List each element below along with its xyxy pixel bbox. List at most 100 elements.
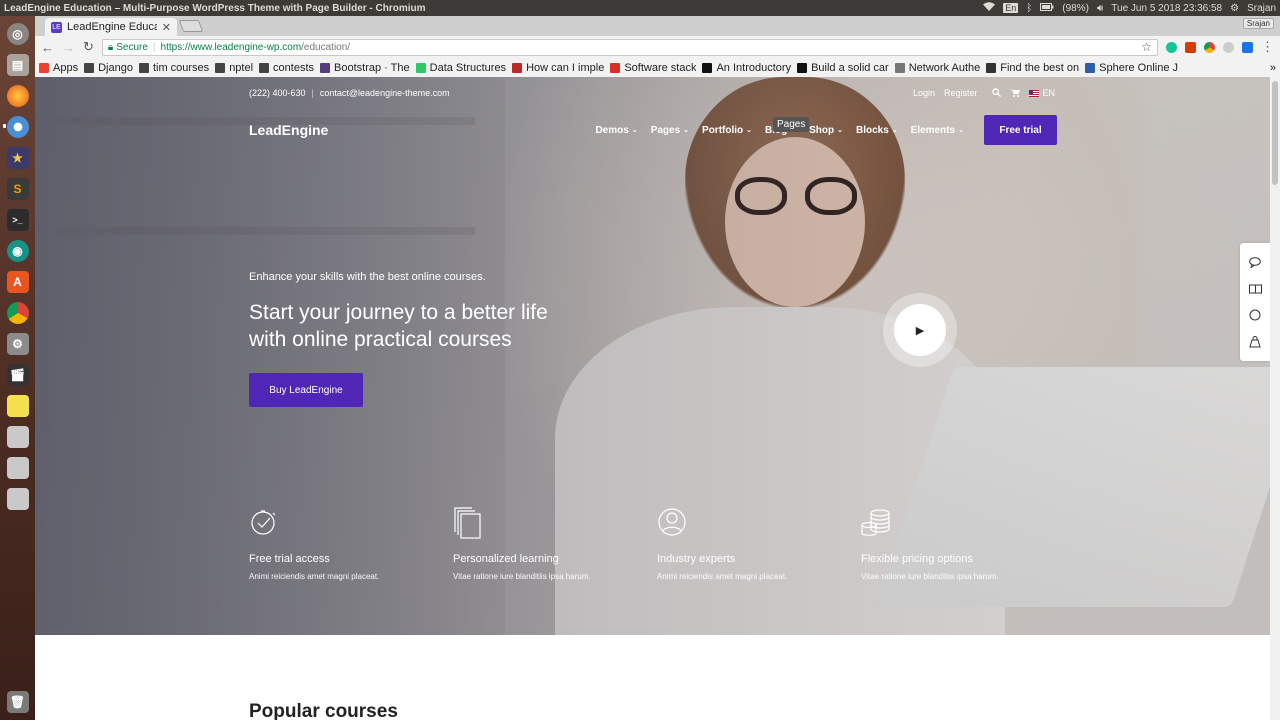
medium-icon	[702, 62, 713, 73]
hero-headline: Start your journey to a better life with…	[249, 301, 548, 351]
bookmarks-overflow-button[interactable]: »	[1270, 62, 1276, 74]
apps-grid-icon	[39, 62, 49, 73]
chevron-down-icon: ⌄	[837, 127, 843, 134]
search-icon[interactable]	[992, 87, 1002, 99]
bookmark-item[interactable]: Build a solid car	[797, 62, 889, 74]
feature-description: Vitae ratione iure blanditiis ipsa harum…	[453, 572, 591, 581]
bluetooth-icon[interactable]: ᛒ	[1026, 3, 1032, 14]
extension-office-icon[interactable]	[1185, 41, 1196, 53]
nav-item-portfolio[interactable]: Portfolio ⌄	[702, 125, 752, 136]
nav-item-elements[interactable]: Elements ⌄	[911, 125, 964, 136]
clock[interactable]: Tue Jun 5 2018 23:36:58	[1111, 3, 1222, 14]
drive-icon[interactable]	[3, 422, 33, 451]
new-tab-button[interactable]	[178, 20, 204, 32]
starred-icon[interactable]: ★	[3, 143, 33, 172]
bootstrap-icon	[320, 62, 331, 73]
bookmark-item[interactable]: An Introductory	[702, 62, 791, 74]
chromium-icon[interactable]	[2, 112, 33, 141]
close-tab-icon[interactable]: ✕	[162, 21, 171, 34]
chrome-icon[interactable]	[3, 298, 33, 327]
bookmark-item[interactable]: Network Authe	[894, 62, 980, 74]
email-link[interactable]: contact@leadengine-theme.com	[320, 88, 450, 98]
login-link[interactable]: Login	[913, 88, 935, 98]
chevron-down-icon: ⌄	[958, 127, 964, 134]
buy-leadengine-button[interactable]: Buy LeadEngine	[249, 373, 363, 407]
bookmark-item[interactable]: Software stack	[610, 62, 696, 74]
gitkraken-icon[interactable]: ◉	[3, 236, 33, 265]
bag-icon[interactable]	[1248, 335, 1262, 349]
folder-icon	[259, 62, 270, 73]
sublime-icon[interactable]: S	[3, 174, 33, 203]
phone-number[interactable]: (222) 400-630	[249, 88, 306, 98]
tab-strip: LE LeadEngine Educati ✕ Srajan	[35, 16, 1280, 36]
extension-pen-icon[interactable]	[1242, 41, 1253, 53]
battery-icon[interactable]	[1040, 2, 1054, 14]
nav-item-demos[interactable]: Demos ⌄	[595, 125, 637, 136]
bookmark-item[interactable]: nptel	[215, 62, 253, 74]
software-center-icon[interactable]: A	[3, 267, 33, 296]
menu-kebab-icon[interactable]: ⋮	[1261, 39, 1274, 55]
cart-icon[interactable]	[1010, 88, 1021, 99]
scrollbar-thumb[interactable]	[1272, 81, 1278, 185]
bookmark-item[interactable]: Sphere Online J	[1085, 62, 1178, 74]
browser-tab[interactable]: LE LeadEngine Educati ✕	[45, 18, 177, 36]
bookmark-item[interactable]: contests	[259, 62, 314, 74]
nav-item-pages[interactable]: Pages ⌄	[651, 125, 689, 136]
feature-description: Animi reiciendis amet magni placeat.	[249, 572, 380, 581]
nav-item-label: Portfolio	[702, 124, 744, 136]
bookmark-item[interactable]: Django	[84, 62, 133, 74]
nav-item-shop[interactable]: Shop ⌄	[809, 125, 843, 136]
address-bar[interactable]: 🔒︎ Secure | https://www.leadengine-wp.co…	[101, 38, 1158, 56]
secure-indicator[interactable]: 🔒︎ Secure	[108, 42, 148, 53]
bookmark-item[interactable]: How can I imple	[512, 62, 604, 74]
book-icon[interactable]	[1248, 282, 1262, 296]
drive-icon[interactable]	[3, 484, 33, 513]
comment-icon[interactable]	[1248, 255, 1262, 269]
firefox-icon[interactable]	[3, 81, 33, 110]
site-logo[interactable]: LeadEngine	[249, 122, 328, 138]
bookmark-item[interactable]: Data Structures	[415, 62, 506, 74]
bookmark-item[interactable]: Find the best on	[986, 62, 1079, 74]
bookmark-item[interactable]: Apps	[39, 62, 78, 74]
extension-grammarly-icon[interactable]	[1166, 41, 1177, 53]
keyboard-layout-indicator[interactable]: En	[1003, 3, 1019, 13]
nav-item-blocks[interactable]: Blocks ⌄	[856, 125, 898, 136]
language-switcher[interactable]: EN	[1029, 88, 1055, 98]
forward-icon[interactable]: →	[62, 40, 75, 55]
register-link[interactable]: Register	[944, 88, 978, 98]
settings-icon[interactable]: ⚙	[3, 329, 33, 358]
ubuntu-icon[interactable]: ◎	[3, 19, 33, 48]
folder-icon	[215, 62, 226, 73]
nav-item-label: Blocks	[855, 124, 889, 136]
reload-icon[interactable]: ↻	[83, 39, 94, 55]
system-top-bar: LeadEngine Education – Multi-Purpose Wor…	[0, 0, 1280, 16]
free-trial-button[interactable]: Free trial	[984, 115, 1057, 145]
extension-adblock-icon[interactable]	[1223, 41, 1234, 53]
wifi-icon[interactable]	[983, 2, 996, 14]
terminal-icon[interactable]: >_	[3, 205, 33, 234]
feature-item: Flexible pricing options Vitae ratione iu…	[861, 507, 1065, 581]
profile-button[interactable]: Srajan	[1242, 18, 1274, 29]
circle-icon[interactable]	[1248, 308, 1262, 322]
bookmark-item[interactable]: tim courses	[138, 62, 209, 74]
bookmark-star-icon[interactable]: ☆	[1141, 40, 1152, 54]
back-icon[interactable]: ←	[41, 40, 54, 55]
language-code: EN	[1042, 88, 1055, 98]
bookmark-item[interactable]: Bootstrap · The	[320, 62, 410, 74]
files-icon[interactable]: ▤	[3, 50, 33, 79]
chevron-icon	[610, 62, 621, 73]
hackerrank-icon	[415, 62, 426, 73]
gear-icon[interactable]: ⚙	[1230, 3, 1239, 14]
notes-icon[interactable]	[3, 391, 33, 420]
drive-icon[interactable]	[3, 453, 33, 482]
play-video-button[interactable]: ▶	[883, 293, 957, 367]
feature-description: Animi reiciendis amet magni placeat.	[657, 572, 788, 581]
trash-icon[interactable]: 🗑︎	[3, 687, 33, 716]
extension-chrome-icon[interactable]	[1204, 41, 1215, 53]
video-icon[interactable]: 🎬︎	[3, 360, 33, 389]
folder-icon	[138, 62, 149, 73]
user-name[interactable]: Srajan	[1247, 3, 1276, 14]
page-scrollbar[interactable]	[1270, 77, 1280, 720]
volume-icon[interactable]: 🔊︎	[1097, 3, 1103, 14]
feature-item: Personalized learning Vitae ratione iure …	[453, 507, 657, 581]
